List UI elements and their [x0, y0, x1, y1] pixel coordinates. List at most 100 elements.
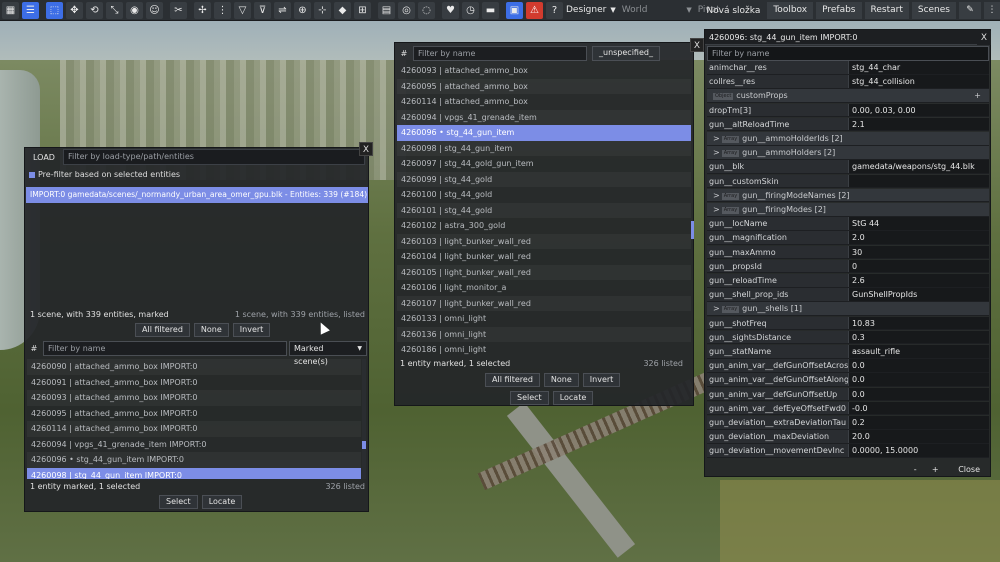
list-item[interactable]: 4260107 | light_bunker_wall_red	[397, 295, 691, 311]
property-value-field[interactable]: GunShellPropIds	[848, 288, 989, 301]
entity-name-filter[interactable]: Filter by name	[43, 340, 287, 356]
map-icon[interactable]: ▬	[482, 1, 499, 19]
prefabs-button[interactable]: Prefabs	[816, 2, 862, 19]
list-scrollbar[interactable]	[691, 221, 694, 239]
list-item[interactable]: 4260096 • stg_44_gun_item	[397, 125, 691, 141]
list-item[interactable]: 4260133 | omni_light	[397, 311, 691, 327]
entity-row[interactable]: 4260091 | attached_ammo_box IMPORT:0	[27, 375, 361, 391]
property-value-field[interactable]: 10.83	[848, 316, 989, 330]
property-group-header[interactable]: > Array gun__shells [1]	[707, 302, 989, 315]
property-value-field[interactable]: 0.3	[848, 330, 989, 344]
rotate-tool-icon[interactable]: ⟲	[86, 1, 103, 19]
property-value-field[interactable]: 30	[848, 245, 989, 259]
property-value-field[interactable]: 0.2	[848, 416, 989, 429]
list-item[interactable]: 4260098 | stg_44_gun_item	[397, 140, 691, 156]
space-dropdown[interactable]: World ▼	[622, 2, 692, 19]
property-value-field[interactable]: 0.0000, 15.0000	[848, 444, 989, 457]
cut-icon[interactable]: ✂	[170, 1, 187, 19]
expand-arrow-icon[interactable]: >	[713, 191, 720, 200]
save-icon[interactable]: ▣	[506, 1, 523, 19]
list-item[interactable]: 4260097 | stg_44_gold_gun_item	[397, 156, 691, 172]
drop-normal-icon[interactable]: ⊽	[254, 1, 271, 19]
toolbox-button[interactable]: Toolbox	[767, 2, 814, 19]
property-group[interactable]: > Array gun__ammoHolderIds [2]	[707, 132, 989, 146]
eye-hidden-icon[interactable]: ◌	[418, 1, 435, 19]
property-value-field[interactable]: -0.0	[848, 401, 989, 415]
snap-move-icon[interactable]: ✢	[194, 1, 211, 19]
warning-icon[interactable]: ⚠	[526, 1, 543, 19]
select-button[interactable]: Select	[159, 495, 198, 509]
list-close-button[interactable]: X	[690, 38, 704, 52]
list-item[interactable]: 4260186 | omni_light	[397, 342, 691, 358]
close-button[interactable]: Close	[958, 465, 980, 474]
list-item[interactable]: 4260100 | stg_44_gold	[397, 187, 691, 203]
grid-icon[interactable]: ▦	[2, 1, 19, 19]
property-value-field[interactable]: StG 44	[848, 217, 989, 230]
snap-grid-icon[interactable]: ⋮	[214, 1, 231, 19]
face-icon[interactable]: ☺	[146, 1, 163, 19]
properties-filter-input[interactable]: Filter by name	[707, 46, 989, 61]
scenes-button[interactable]: Scenes	[911, 2, 956, 19]
property-value-field[interactable]: 20.0	[848, 430, 989, 443]
locate-button[interactable]: Locate	[552, 391, 594, 405]
list-item[interactable]: 4260102 | astra_300_gold	[397, 218, 691, 234]
wrench-icon[interactable]: ✎	[959, 2, 981, 19]
pivot-snap-icon[interactable]: ⊕	[294, 1, 311, 19]
none-button[interactable]: None	[193, 323, 229, 337]
property-value-field[interactable]: 0.0	[848, 373, 989, 386]
help-icon[interactable]: ?	[546, 1, 563, 19]
entity-row[interactable]: 4260114 | attached_ammo_box IMPORT:0	[27, 421, 361, 437]
list-item[interactable]: 4260106 | light_monitor_a	[397, 280, 691, 296]
property-value-field[interactable]: 2.1	[848, 117, 989, 131]
entity-row[interactable]: 4260096 • stg_44_gun_item IMPORT:0	[27, 452, 361, 468]
collapse-button[interactable]: -	[910, 465, 920, 474]
property-group[interactable]: > Array gun__firingModeNames [2]	[707, 188, 989, 203]
list-item[interactable]: 4260105 | light_bunker_wall_red	[397, 264, 691, 280]
select-button[interactable]: Select	[510, 391, 549, 405]
property-value-field[interactable]: 0.0	[848, 387, 989, 401]
property-value-field[interactable]	[848, 174, 989, 188]
property-value-field[interactable]: stg_44_char	[848, 61, 989, 74]
mode-dropdown[interactable]: Designer ▼	[566, 2, 616, 19]
load-list-scrollbar[interactable]	[362, 359, 366, 479]
load-close-button[interactable]: X	[359, 142, 373, 156]
list-item[interactable]: 4260103 | light_bunker_wall_red	[397, 233, 691, 249]
heart-icon[interactable]: ♥	[442, 1, 459, 19]
property-value-field[interactable]: 0.00, 0.03, 0.00	[848, 103, 989, 117]
property-value-field[interactable]: 0.0	[848, 359, 989, 372]
load-filter-input[interactable]: Filter by load-type/path/entities	[62, 149, 365, 165]
expand-arrow-icon[interactable]: >	[713, 134, 720, 143]
scale-tool-icon[interactable]: ⤡	[106, 1, 123, 19]
property-group[interactable]: > Array gun__firingModes [2]	[707, 203, 989, 217]
entity-row[interactable]: 4260095 | attached_ammo_box IMPORT:0	[27, 406, 361, 422]
list-icon[interactable]: ☰	[22, 1, 39, 19]
list-item[interactable]: 4260114 | attached_ammo_box	[397, 94, 691, 110]
list-name-filter[interactable]: Filter by name	[413, 45, 587, 61]
property-value-field[interactable]: stg_44_collision	[848, 75, 989, 88]
drop-icon[interactable]: ▽	[234, 1, 251, 19]
list-item[interactable]: 4260093 | attached_ammo_box	[397, 63, 691, 79]
property-group[interactable]: > Array gun__shells [1]	[707, 302, 989, 316]
expand-arrow-icon[interactable]: >	[713, 148, 720, 157]
property-group-header[interactable]: > Array gun__firingModes [2]	[707, 203, 989, 216]
expand-button[interactable]: +	[930, 465, 940, 474]
camera-icon[interactable]: ◉	[126, 1, 143, 19]
vertex-snap-icon[interactable]: ⊹	[314, 1, 331, 19]
all-filtered-button[interactable]: All filtered	[485, 373, 540, 387]
property-value-field[interactable]: gamedata/weapons/stg_44.blk	[848, 160, 989, 173]
property-group-header[interactable]: Object customProps +	[707, 89, 989, 102]
expand-arrow-icon[interactable]: >	[713, 304, 720, 313]
restart-button[interactable]: Restart	[864, 2, 909, 19]
all-filtered-button[interactable]: All filtered	[135, 323, 190, 337]
marked-scenes-dropdown[interactable]: Marked scene(s) ▼	[289, 340, 367, 366]
invert-button[interactable]: Invert	[232, 323, 271, 337]
property-value-field[interactable]: assault_rifle	[848, 345, 989, 358]
entity-row[interactable]: 4260093 | attached_ammo_box IMPORT:0	[27, 390, 361, 406]
list-item[interactable]: 4260099 | stg_44_gold	[397, 171, 691, 187]
list-item[interactable]: 4260095 | attached_ammo_box	[397, 78, 691, 94]
property-value-field[interactable]: 2.6	[848, 274, 989, 287]
none-button[interactable]: None	[543, 373, 579, 387]
entity-row[interactable]: 4260098 | stg_44_gun_item IMPORT:0	[27, 467, 361, 479]
invert-button[interactable]: Invert	[582, 373, 621, 387]
eye-icon[interactable]: ◎	[398, 1, 415, 19]
